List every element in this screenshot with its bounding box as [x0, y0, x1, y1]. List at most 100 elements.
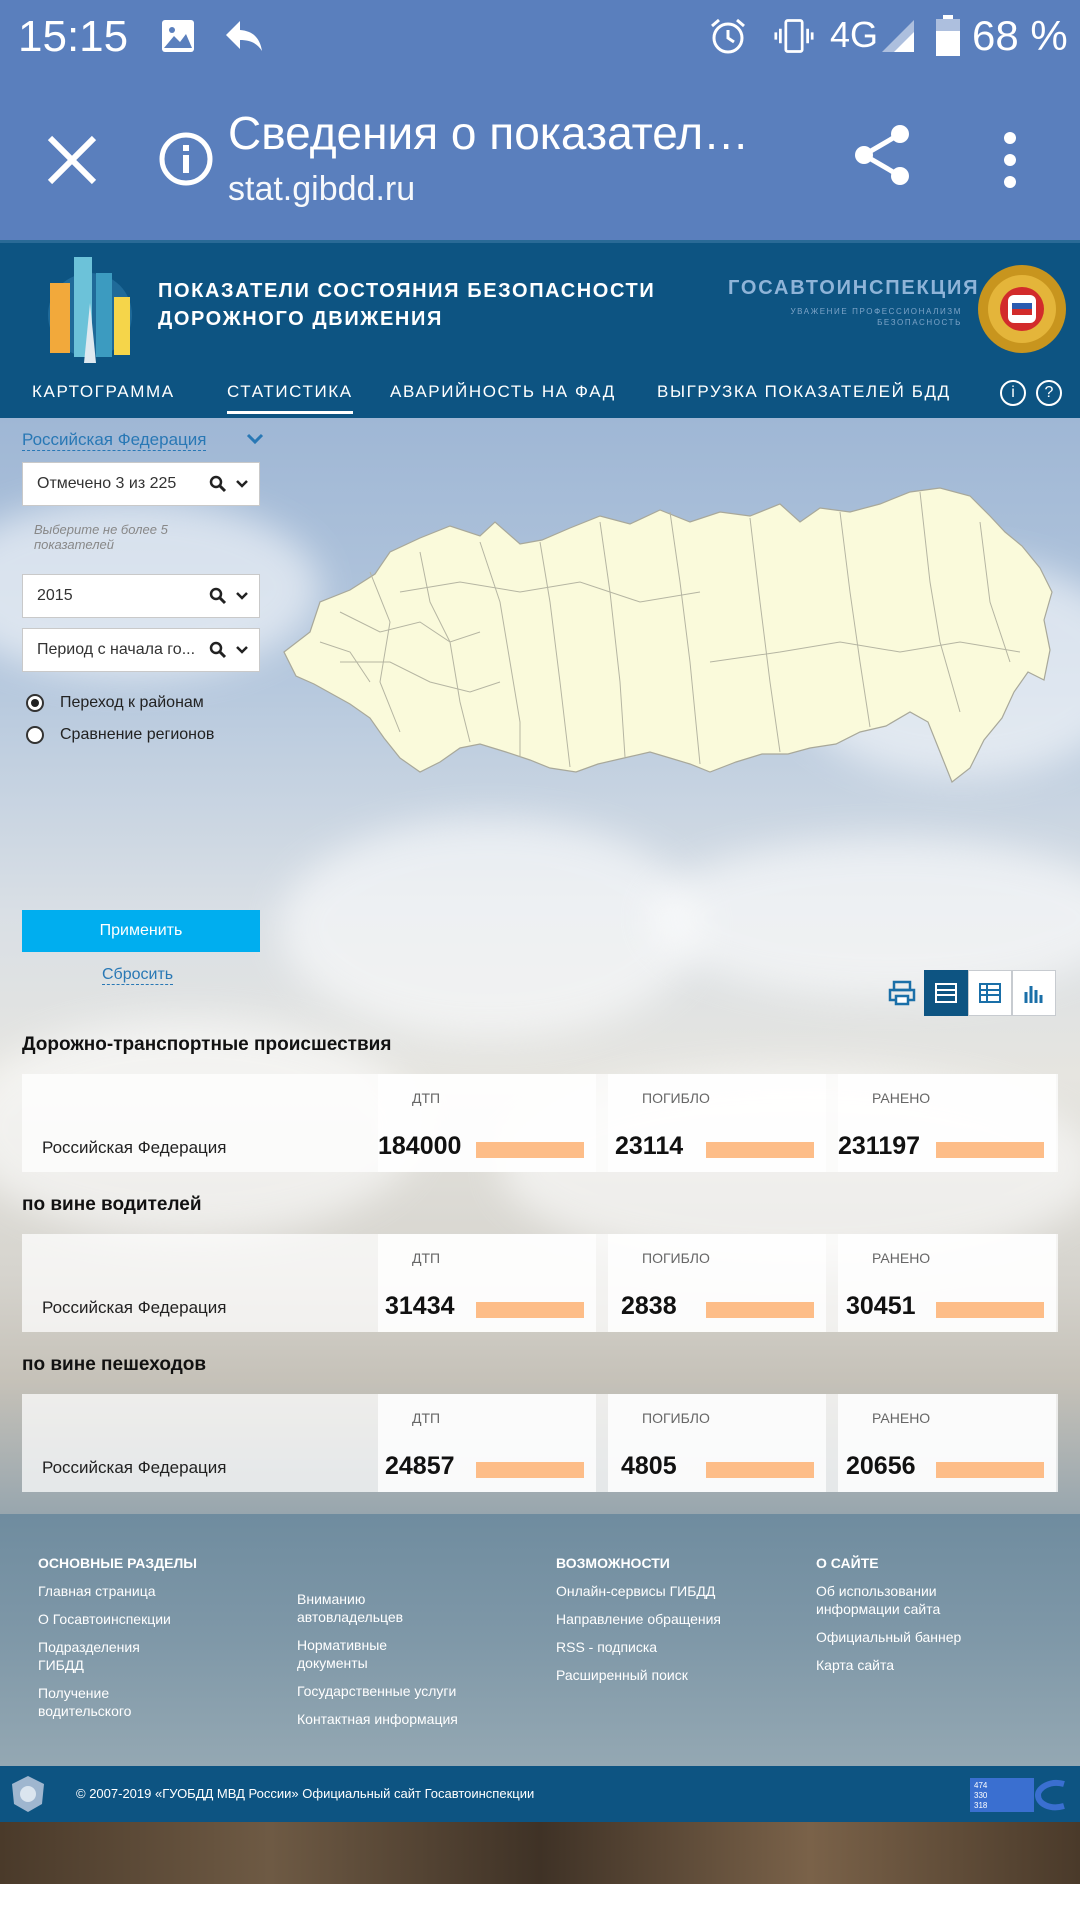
search-icon	[209, 475, 227, 493]
info-circle-icon[interactable]: i	[1000, 380, 1026, 406]
value-bar	[706, 1302, 814, 1318]
footer-capabilities: ВОЗМОЖНОСТИ Онлайн-сервисы ГИБДД Направл…	[556, 1554, 766, 1694]
apply-button[interactable]: Применить	[22, 910, 260, 952]
status-time: 15:15	[18, 12, 129, 61]
value-bar	[936, 1142, 1044, 1158]
mvd-emblem-icon	[12, 1776, 44, 1812]
decorative-background-strip	[0, 1822, 1080, 1884]
footer-link[interactable]: Нормативные документы	[297, 1636, 447, 1672]
radio-button[interactable]	[26, 726, 44, 744]
chevron-down-icon	[236, 592, 248, 600]
indicators-select[interactable]: Отмечено 3 из 225	[22, 462, 260, 506]
nav-avariynost[interactable]: АВАРИЙНОСТЬ НА ФАД	[390, 382, 616, 402]
page-title: Сведения о показател…	[228, 107, 750, 159]
help-icon[interactable]: ?	[1036, 380, 1062, 406]
svg-text:330: 330	[974, 1791, 988, 1800]
row-label: Российская Федерация	[42, 1298, 227, 1317]
stat-col-dtp: ДТП 31434	[378, 1234, 596, 1332]
alarm-icon	[708, 16, 748, 56]
status-bar: 15:15 4G 68 %	[0, 0, 1080, 76]
radio-compare-regions[interactable]: Сравнение регионов	[26, 726, 214, 744]
stat-col-killed: ПОГИБЛО 23114	[608, 1074, 826, 1172]
network-type: 4G	[830, 14, 879, 55]
bar-chart-icon	[1024, 986, 1043, 1003]
info-icon[interactable]	[158, 131, 214, 187]
russia-map[interactable]	[280, 482, 1060, 822]
site-header: ПОКАЗАТЕЛИ СОСТОЯНИЯ БЕЗОПАСНОСТИ ДОРОЖН…	[0, 240, 1080, 368]
view-toggle-group	[924, 970, 1056, 1016]
reply-notification-icon	[224, 16, 264, 56]
value-bar	[706, 1462, 814, 1478]
nav-kartogramma[interactable]: КАРТОГРАММА	[32, 382, 175, 402]
stats-card: Российская Федерация ДТП 184000 ПОГИБЛО …	[22, 1074, 1058, 1172]
footer-link[interactable]: Официальный баннер	[816, 1628, 986, 1646]
list-icon	[935, 983, 957, 1003]
footer-link[interactable]: Вниманию автовладельцев	[297, 1590, 447, 1626]
row-label: Российская Федерация	[42, 1458, 227, 1477]
main-nav: КАРТОГРАММА СТАТИСТИКА АВАРИЙНОСТЬ НА ФА…	[0, 368, 1080, 418]
close-icon[interactable]	[44, 132, 100, 188]
radio-districts[interactable]: Переход к районам	[26, 694, 204, 712]
footer-main-sections: ОСНОВНЫЕ РАЗДЕЛЫ Главная страница О Госа…	[38, 1554, 218, 1730]
nav-vygruzka[interactable]: ВЫГРУЗКА ПОКАЗАТЕЛЕЙ БДД	[657, 382, 951, 402]
chevron-down-icon	[236, 480, 248, 488]
footer-main-sections-2: Вниманию автовладельцев Нормативные доку…	[297, 1590, 458, 1738]
signal-icon	[878, 16, 918, 56]
nav-statistika[interactable]: СТАТИСТИКА	[227, 382, 353, 414]
more-menu-icon[interactable]	[998, 130, 1022, 190]
reset-link[interactable]: Сбросить	[102, 966, 174, 985]
stat-col-injured: РАНЕНО 20656	[838, 1394, 1056, 1492]
copyright-text: © 2007-2019 «ГУОБДД МВД России» Официаль…	[76, 1786, 535, 1801]
browser-toolbar: Сведения о показател… stat.gibdd.ru	[0, 76, 1080, 240]
grid-view-button[interactable]	[968, 970, 1012, 1016]
table-view-button[interactable]	[924, 970, 968, 1016]
section-title: по вине водителей	[22, 1194, 202, 1215]
radio-button-checked[interactable]	[26, 694, 44, 712]
footer-link[interactable]: Карта сайта	[816, 1656, 986, 1674]
footer-link[interactable]: О Госавтоинспекции	[38, 1610, 218, 1628]
copyright-bar: © 2007-2019 «ГУОБДД МВД России» Официаль…	[0, 1766, 1080, 1822]
chevron-down-icon	[236, 646, 248, 654]
footer-link[interactable]: Государственные услуги	[297, 1682, 497, 1700]
year-select[interactable]: 2015	[22, 574, 260, 618]
footer-link[interactable]: Об использовании информации сайта	[816, 1582, 986, 1618]
value-bar	[936, 1462, 1044, 1478]
stat-col-dtp: ДТП 184000	[378, 1074, 596, 1172]
search-icon	[209, 587, 227, 605]
footer-link[interactable]: Контактная информация	[297, 1710, 497, 1728]
search-icon	[209, 641, 227, 659]
chart-view-button[interactable]	[1012, 970, 1056, 1016]
print-icon[interactable]	[888, 980, 916, 1006]
visit-counter[interactable]: 474 330 318	[970, 1778, 1068, 1812]
svg-text:318: 318	[974, 1801, 988, 1810]
site-footer: ОСНОВНЫЕ РАЗДЕЛЫ Главная страница О Госа…	[0, 1514, 1080, 1766]
svg-text:474: 474	[974, 1781, 988, 1790]
footer-link[interactable]: Онлайн-сервисы ГИБДД	[556, 1582, 766, 1600]
footer-link[interactable]: Главная страница	[38, 1582, 218, 1600]
footer-link[interactable]: RSS - подписка	[556, 1638, 766, 1656]
stat-col-dtp: ДТП 24857	[378, 1394, 596, 1492]
grid-table-icon	[979, 983, 1001, 1003]
row-label: Российская Федерация	[42, 1138, 227, 1157]
battery-percent: 68 %	[972, 12, 1068, 59]
value-bar	[476, 1462, 584, 1478]
page-end	[0, 1884, 1080, 1920]
period-select[interactable]: Период с начала го...	[22, 628, 260, 672]
site-title: ПОКАЗАТЕЛИ СОСТОЯНИЯ БЕЗОПАСНОСТИ ДОРОЖН…	[158, 280, 656, 330]
footer-link[interactable]: Расширенный поиск	[556, 1666, 766, 1684]
page-url[interactable]: stat.gibdd.ru	[228, 170, 415, 209]
stats-card: Российская Федерация ДТП 31434 ПОГИБЛО 2…	[22, 1234, 1058, 1332]
share-icon[interactable]	[852, 122, 912, 188]
value-bar	[476, 1142, 584, 1158]
footer-about: О САЙТЕ Об использовании информации сайт…	[816, 1554, 986, 1684]
battery-icon	[928, 15, 968, 56]
site-logo[interactable]	[44, 253, 136, 363]
chevron-down-icon[interactable]	[246, 432, 264, 446]
vibrate-icon	[774, 16, 814, 56]
value-bar	[936, 1302, 1044, 1318]
footer-link[interactable]: Подразделения ГИБДД	[38, 1638, 158, 1674]
footer-link[interactable]: Получение водительского	[38, 1684, 158, 1720]
image-notification-icon	[158, 16, 198, 56]
footer-link[interactable]: Направление обращения	[556, 1610, 766, 1628]
region-select[interactable]: Российская Федерация	[22, 430, 207, 451]
